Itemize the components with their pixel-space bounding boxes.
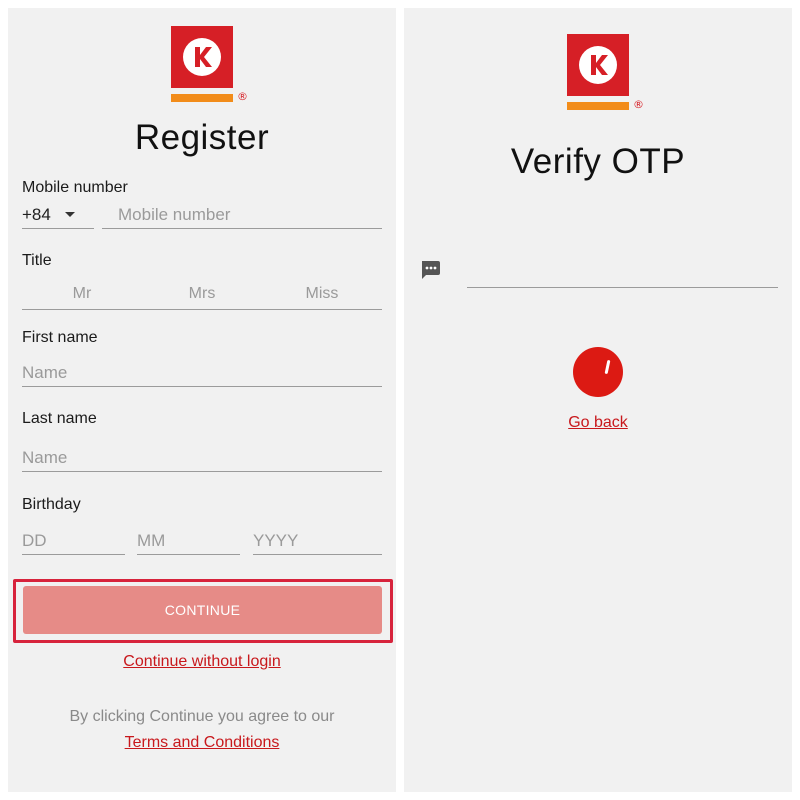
registered-mark: ®	[633, 98, 644, 111]
title-option-mrs[interactable]: Mrs	[142, 285, 262, 303]
birthday-month-input[interactable]: MM	[137, 527, 240, 555]
continue-without-login-link[interactable]: Continue without login	[8, 653, 396, 671]
birthday-year-placeholder: YYYY	[253, 530, 299, 550]
otp-input[interactable]	[467, 287, 778, 288]
first-name-input[interactable]: Name	[22, 359, 382, 387]
birthday-day-placeholder: DD	[22, 530, 47, 550]
last-name-placeholder: Name	[22, 447, 68, 467]
logo-bar	[171, 94, 233, 102]
birthday-day-input[interactable]: DD	[22, 527, 125, 555]
last-name-input[interactable]: Name	[22, 444, 382, 472]
birthday-month-placeholder: MM	[137, 530, 166, 550]
first-name-placeholder: Name	[22, 362, 68, 382]
sms-message-icon	[422, 261, 440, 279]
verify-otp-screen: ® Verify OTP Go back	[404, 8, 792, 792]
screenshot-frame: ® Register Mobile number +84 Mobile numb…	[0, 0, 800, 800]
k-letter-icon	[591, 55, 608, 75]
k-letter-icon	[195, 47, 212, 67]
country-code-select[interactable]: +84	[22, 201, 94, 229]
title-label: Title	[22, 252, 52, 269]
go-back-link[interactable]: Go back	[404, 414, 792, 432]
register-screen: ® Register Mobile number +84 Mobile numb…	[8, 8, 396, 792]
birthday-year-input[interactable]: YYYY	[253, 527, 382, 555]
title-underline	[22, 309, 382, 310]
last-name-label: Last name	[22, 410, 97, 427]
continue-button[interactable]: CONTINUE	[23, 586, 382, 634]
title-option-mr[interactable]: Mr	[22, 285, 142, 303]
registered-mark: ®	[237, 90, 248, 103]
birthday-label: Birthday	[22, 496, 81, 513]
terms-note: By clicking Continue you agree to our	[69, 708, 335, 725]
mobile-input[interactable]: Mobile number	[102, 201, 382, 229]
terms-link[interactable]: Terms and Conditions	[8, 734, 396, 752]
page-title: Verify OTP	[510, 142, 686, 181]
page-title: Register	[134, 118, 270, 157]
title-option-miss[interactable]: Miss	[262, 285, 382, 303]
mobile-placeholder: Mobile number	[118, 204, 231, 224]
loading-spinner	[573, 347, 623, 397]
first-name-label: First name	[22, 329, 98, 346]
chevron-down-icon	[64, 212, 75, 217]
spinner-arc	[604, 359, 611, 375]
logo-bar	[567, 102, 629, 110]
mobile-label: Mobile number	[22, 179, 128, 196]
country-code-value: +84	[22, 204, 51, 224]
